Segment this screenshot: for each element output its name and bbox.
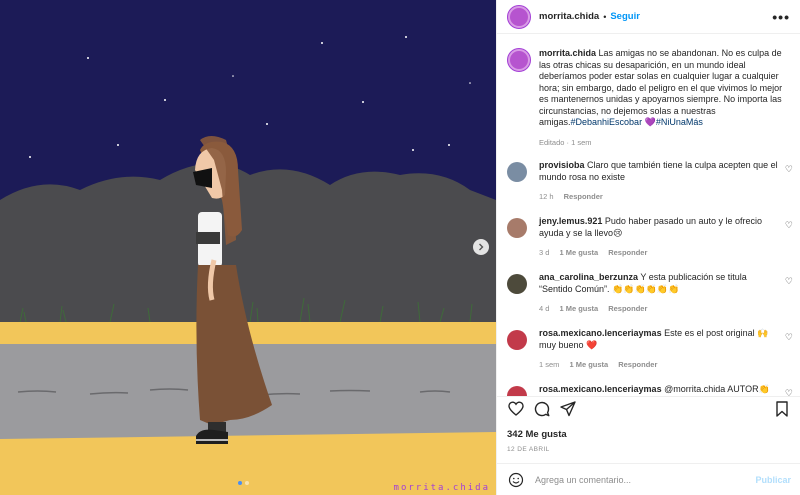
separator-dot: • [603,11,607,22]
reply-button[interactable]: Responder [608,247,647,259]
comments-list[interactable]: morrita.chida Las amigas no se abandonan… [497,34,800,396]
add-comment-bar: Publicar [497,463,800,495]
caption-username[interactable]: morrita.chida [539,48,596,58]
carousel-indicator [238,481,249,485]
comment-likes[interactable]: 1 Me gusta [559,303,598,315]
publish-button[interactable]: Publicar [755,475,791,485]
comment-username[interactable]: rosa.mexicano.lenceriaymas [539,328,662,338]
comment-username[interactable]: ana_carolina_berzunza [539,272,638,282]
comment-item: rosa.mexicano.lenceriaymas @morrita.chid… [497,384,800,396]
comment-item: jeny.lemus.921 Pudo haber pasado un auto… [497,216,800,259]
heart-icon [508,401,524,416]
send-icon [560,400,576,416]
comment-input[interactable] [535,474,756,485]
like-button[interactable] [505,398,527,420]
avatar[interactable] [507,4,531,29]
save-button[interactable] [771,398,793,420]
caption-meta: Editado · 1 sem [539,137,592,147]
smiley-icon [508,472,524,487]
avatar[interactable] [507,162,527,182]
post-header: morrita.chida • Seguir ••• [497,0,800,34]
hashtag-link[interactable]: #NiUnaMás [656,117,703,127]
avatar[interactable] [507,218,527,238]
like-comment-icon[interactable]: ♡ [785,388,793,396]
comment-item: provisioba Claro que también tiene la cu… [497,160,800,203]
bookmark-icon [776,400,788,417]
comment-time[interactable]: 3 d [539,247,549,259]
next-slide-button[interactable] [473,239,489,255]
purple-heart-emoji: 💜 [644,117,656,127]
reply-button[interactable]: Responder [564,191,603,203]
comment-time[interactable]: 4 d [539,303,549,315]
like-comment-icon[interactable]: ♡ [785,164,793,175]
comment-time[interactable]: 12 h [539,191,554,203]
comment-time[interactable]: 1 sem [539,359,559,371]
comment-likes[interactable]: 1 Me gusta [559,247,598,259]
like-comment-icon[interactable]: ♡ [785,220,793,231]
comment-username[interactable]: provisioba [539,160,585,170]
more-options-icon[interactable]: ••• [772,9,790,25]
carousel-dot-active [238,481,242,485]
reply-button[interactable]: Responder [618,359,657,371]
avatar[interactable] [507,274,527,294]
post-date[interactable]: 12 DE ABRIL [507,446,550,453]
like-comment-icon[interactable]: ♡ [785,332,793,343]
comment-username[interactable]: rosa.mexicano.lenceriaymas [539,384,662,394]
watermark: morrita.chida [393,483,490,493]
carousel-dot [245,481,249,485]
caption-body: Las amigas no se abandonan. No es culpa … [539,48,783,127]
caption: morrita.chida Las amigas no se abandonan… [497,34,800,148]
avatar[interactable] [507,330,527,350]
comment-likes[interactable]: 1 Me gusta [569,359,608,371]
avatar[interactable] [507,386,527,396]
username-link[interactable]: morrita.chida [539,11,599,22]
likes-count[interactable]: 342 Me gusta [507,429,567,440]
follow-button[interactable]: Seguir [610,11,640,22]
comment-icon [534,401,550,416]
illustration [0,0,496,495]
like-comment-icon[interactable]: ♡ [785,276,793,287]
post-side-panel: morrita.chida • Seguir ••• morrita.chida… [496,0,800,495]
action-bar [497,396,800,420]
emoji-button[interactable] [507,471,525,489]
avatar[interactable] [507,48,531,72]
share-button[interactable] [557,398,579,420]
comment-username[interactable]: jeny.lemus.921 [539,216,602,226]
reply-button[interactable]: Responder [608,303,647,315]
hashtag-link[interactable]: #DebanhiEscobar [571,117,643,127]
caption-text: morrita.chida Las amigas no se abandonan… [539,48,789,148]
post-image[interactable]: morrita.chida [0,0,496,495]
chevron-right-icon [479,243,484,251]
comment-item: ana_carolina_berzunza Y esta publicación… [497,272,800,315]
comment-item: rosa.mexicano.lenceriaymas Este es el po… [497,328,800,371]
comment-button[interactable] [531,398,553,420]
